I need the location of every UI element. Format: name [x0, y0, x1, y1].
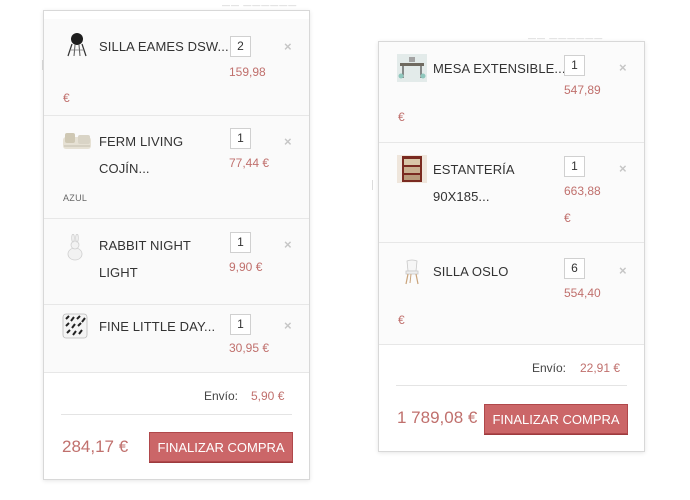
item-price: 547,89	[564, 83, 601, 97]
cart-item: SILLA EAMES DSW... 2 × 159,98 €	[44, 19, 309, 116]
shipping-label: Envío:	[204, 389, 239, 403]
item-name-line-1[interactable]: FERM LIVING	[99, 128, 183, 155]
patterned-pillow-thumbnail[interactable]	[62, 313, 88, 339]
quantity-input[interactable]: 2	[230, 36, 251, 57]
quantity-input[interactable]: 1	[564, 156, 585, 177]
item-name-line-1[interactable]: RABBIT NIGHT	[99, 232, 191, 259]
item-price: 554,40	[564, 286, 601, 300]
cart-total: 284,17 €	[62, 437, 129, 456]
item-name-line-2[interactable]: 90X185...	[433, 183, 490, 210]
white-chair-thumbnail[interactable]	[397, 257, 427, 285]
quantity-input[interactable]: 1	[230, 232, 251, 253]
remove-item-icon[interactable]: ×	[619, 61, 627, 74]
cart-dropdown-left: SILLA EAMES DSW... 2 × 159,98 € FERM LIV…	[43, 10, 310, 480]
item-price-currency: €	[398, 313, 405, 327]
item-variant: AZUL	[63, 193, 88, 203]
item-price: 663,88	[564, 184, 601, 198]
cart-item: MESA EXTENSIBLE... 1 × 547,89 €	[379, 42, 644, 143]
cushion-thumbnail[interactable]	[62, 131, 92, 151]
quantity-input[interactable]: 6	[564, 258, 585, 279]
summary-divider	[396, 385, 627, 386]
background-text-fragment: —— ——————	[222, 1, 298, 10]
remove-item-icon[interactable]: ×	[619, 162, 627, 175]
checkout-button[interactable]: FINALIZAR COMPRA	[484, 404, 628, 434]
item-price: 30,95 €	[229, 341, 270, 355]
background-edge	[372, 180, 373, 190]
shipping-value: 22,91 €	[580, 361, 621, 375]
remove-item-icon[interactable]: ×	[284, 40, 292, 53]
cart-item: RABBIT NIGHT LIGHT 1 × 9,90 €	[44, 219, 309, 305]
shelf-thumbnail[interactable]	[397, 155, 427, 183]
item-name-line-1[interactable]: ESTANTERÍA	[433, 156, 515, 183]
remove-item-icon[interactable]: ×	[284, 238, 292, 251]
quantity-input[interactable]: 1	[564, 55, 585, 76]
item-price-currency: €	[564, 211, 571, 225]
quantity-input[interactable]: 1	[230, 314, 251, 335]
item-name[interactable]: FINE LITTLE DAY...	[99, 313, 215, 340]
extendable-table-thumbnail[interactable]	[397, 54, 427, 82]
item-name-line-2[interactable]: LIGHT	[99, 259, 138, 286]
shipping-value: 5,90 €	[251, 389, 285, 403]
quantity-input[interactable]: 1	[230, 128, 251, 149]
item-price: 159,98	[229, 65, 266, 79]
remove-item-icon[interactable]: ×	[284, 319, 292, 332]
summary-divider	[61, 414, 292, 415]
rabbit-lamp-thumbnail[interactable]	[62, 234, 92, 262]
item-name[interactable]: SILLA EAMES DSW...	[99, 33, 229, 60]
cart-item: SILLA OSLO 6 × 554,40 €	[379, 243, 644, 345]
shipping-label: Envío:	[532, 361, 567, 375]
checkout-button[interactable]: FINALIZAR COMPRA	[149, 432, 293, 462]
remove-item-icon[interactable]: ×	[284, 135, 292, 148]
black-chair-thumbnail[interactable]	[62, 30, 92, 58]
cart-item: ESTANTERÍA 90X185... 1 × 663,88 €	[379, 143, 644, 243]
item-name-line-2[interactable]: COJÍN...	[99, 155, 150, 182]
cart-dropdown-right: MESA EXTENSIBLE... 1 × 547,89 € ESTANTER…	[378, 41, 645, 452]
remove-item-icon[interactable]: ×	[619, 264, 627, 277]
cart-item: FINE LITTLE DAY... 1 × 30,95 €	[44, 305, 309, 373]
item-price-currency: €	[63, 91, 70, 105]
item-price: 9,90 €	[229, 260, 263, 274]
item-price: 77,44 €	[229, 156, 270, 170]
item-price-currency: €	[398, 110, 405, 124]
item-name[interactable]: SILLA OSLO	[433, 258, 508, 285]
item-name[interactable]: MESA EXTENSIBLE...	[433, 55, 566, 82]
cart-item: FERM LIVING COJÍN... AZUL 1 × 77,44 €	[44, 116, 309, 219]
cart-total: 1 789,08 €	[397, 408, 478, 427]
